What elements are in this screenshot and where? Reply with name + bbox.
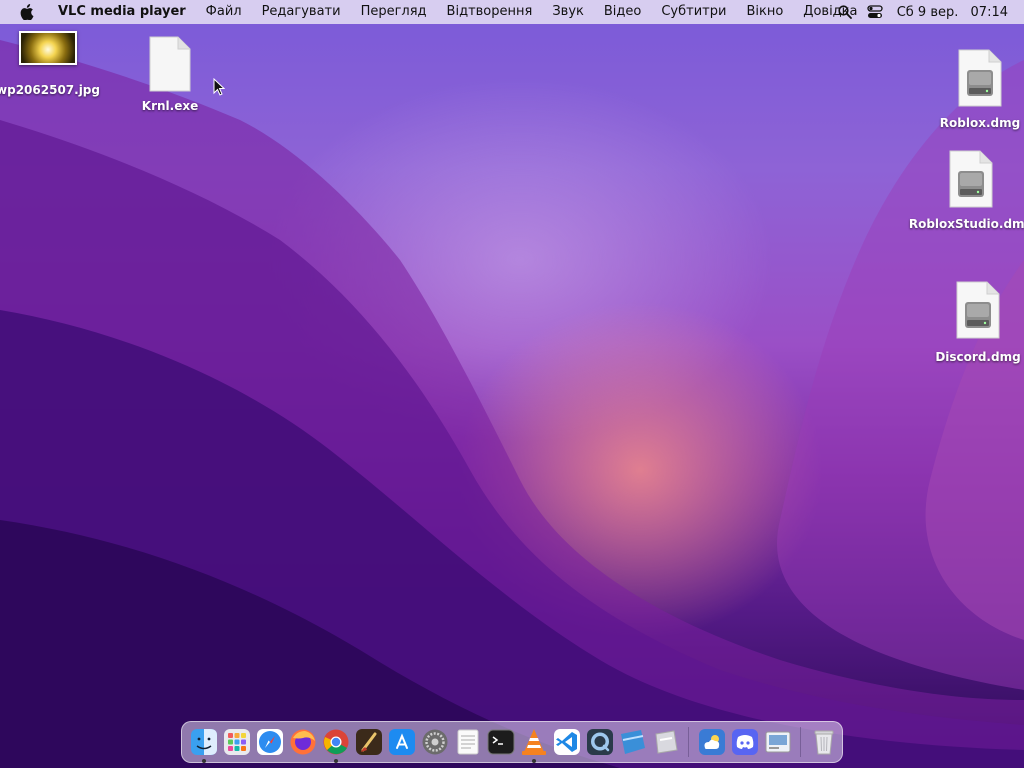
menubar-clock[interactable]: Сб 9 вер. 07:14 <box>897 5 1008 20</box>
dock-safari[interactable] <box>255 727 285 757</box>
desktop-icon-roblox-dmg[interactable]: Roblox.dmg <box>940 48 1020 130</box>
menu-audio[interactable]: Звук <box>542 0 594 24</box>
menubar-date: Сб 9 вер. <box>896 4 959 20</box>
dock-separator <box>800 727 801 757</box>
menubar-time: 07:14 <box>970 4 1008 20</box>
dock-quicktime[interactable] <box>585 727 615 757</box>
dock-terminal[interactable] <box>486 727 516 757</box>
dock-vscode[interactable] <box>552 727 582 757</box>
dock-system-preferences[interactable] <box>420 727 450 757</box>
firefox-icon <box>290 729 315 755</box>
dock-trash[interactable] <box>809 727 839 757</box>
dock-wine[interactable] <box>354 727 384 757</box>
dock-separator <box>688 727 689 757</box>
safari-icon <box>256 729 283 755</box>
apple-icon[interactable] <box>18 3 36 21</box>
dock-firefox[interactable] <box>288 727 318 757</box>
dock-discord[interactable] <box>730 727 760 757</box>
menu-subtitles[interactable]: Субтитри <box>651 0 736 24</box>
dock-app-store[interactable] <box>387 727 417 757</box>
dock-virtual-machine[interactable] <box>651 727 681 757</box>
dock-textedit[interactable] <box>453 727 483 757</box>
disk-image-icon <box>948 149 994 213</box>
menu-playback[interactable]: Відтворення <box>437 0 543 24</box>
virtual-machine-icon <box>654 730 678 754</box>
vscode-icon <box>553 729 580 755</box>
terminal-icon <box>487 729 514 755</box>
desktop-icon-label: wp2062507.jpg <box>0 83 100 97</box>
vlc-icon <box>521 729 546 755</box>
disk-image-icon <box>957 48 1003 112</box>
blank-document-icon <box>148 35 192 92</box>
chrome-icon <box>323 729 348 755</box>
desktop-icon-label: Roblox.dmg <box>939 116 1021 130</box>
dock-parallels[interactable] <box>618 727 648 757</box>
menu-file[interactable]: Файл <box>196 0 252 24</box>
dock-preview[interactable] <box>763 727 793 757</box>
disk-image-icon <box>955 280 1001 344</box>
dock-vlc[interactable] <box>519 727 549 763</box>
search-icon[interactable] <box>837 4 853 20</box>
launchpad-icon <box>223 729 250 755</box>
preview-icon <box>765 731 790 753</box>
desktop-icon-label: Discord.dmg <box>935 350 1021 364</box>
image-thumbnail-icon <box>19 31 77 65</box>
menu-edit[interactable]: Редагувати <box>252 0 351 24</box>
discord-icon <box>731 729 758 755</box>
system-preferences-icon <box>422 729 447 755</box>
menu-app-name[interactable]: VLC media player <box>54 0 196 24</box>
desktop-icon-krnl[interactable]: Krnl.exe <box>130 35 210 113</box>
dock <box>181 721 843 763</box>
menu-view[interactable]: Перегляд <box>351 0 437 24</box>
mouse-cursor-icon <box>213 78 225 96</box>
dock-chrome[interactable] <box>321 727 351 763</box>
menu-bar: VLC media player Файл Редагувати Перегля… <box>0 0 1024 24</box>
dock-launchpad[interactable] <box>222 727 252 757</box>
control-center-icon[interactable] <box>867 4 883 20</box>
wine-icon <box>355 729 382 755</box>
menu-window[interactable]: Вікно <box>736 0 793 24</box>
dock-weather[interactable] <box>697 727 727 757</box>
menu-video[interactable]: Відео <box>594 0 651 24</box>
wallpaper <box>0 40 1024 768</box>
parallels-icon <box>620 730 645 754</box>
desktop-icon-label: RobloxStudio.dmg <box>908 217 1024 231</box>
desktop-icon-image[interactable]: wp2062507.jpg <box>0 31 100 97</box>
quicktime-icon <box>586 729 613 755</box>
weather-icon <box>698 729 725 755</box>
app-store-icon <box>388 729 415 755</box>
desktop-icon-label: Krnl.exe <box>141 99 199 113</box>
dock-finder[interactable] <box>189 727 219 763</box>
desktop-icon-discord-dmg[interactable]: Discord.dmg <box>935 280 1021 364</box>
trash-icon <box>814 730 833 755</box>
desktop-icon-robloxstudio-dmg[interactable]: RobloxStudio.dmg <box>909 149 1024 231</box>
finder-icon <box>190 729 217 755</box>
textedit-icon <box>457 729 478 755</box>
